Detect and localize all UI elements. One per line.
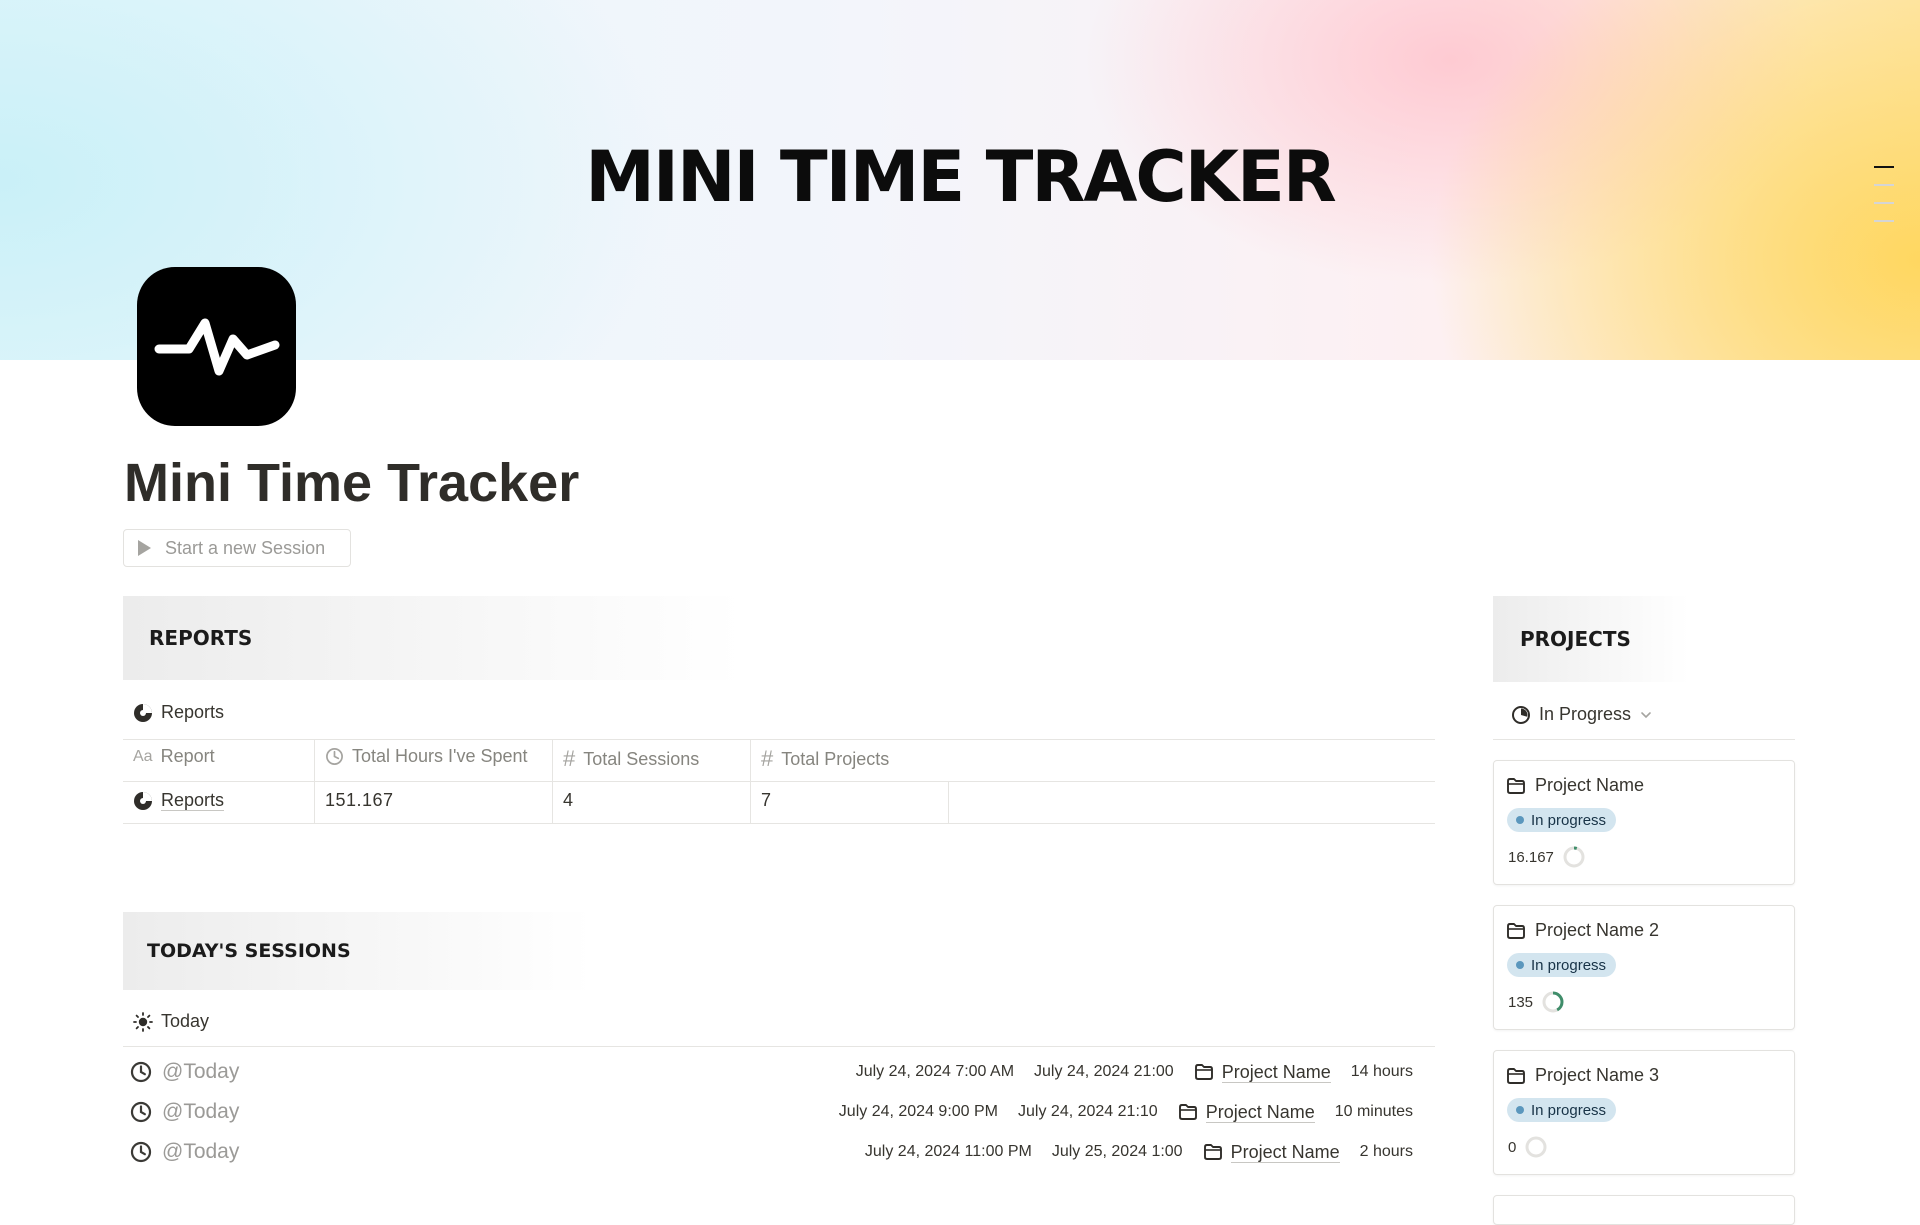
toc-line[interactable] [1874, 184, 1894, 186]
project-hours: 0 [1508, 1135, 1548, 1159]
list-item[interactable]: @Today July 24, 2024 7:00 AM July 24, 20… [130, 1054, 1423, 1090]
today-view-tab[interactable]: Today [133, 1011, 209, 1032]
play-icon [138, 540, 151, 556]
project-card[interactable]: Project Name 2 In progress 135 [1493, 905, 1795, 1030]
cover-title: MINI TIME TRACKER [585, 136, 1337, 218]
session-end: July 24, 2024 21:10 [1018, 1103, 1158, 1120]
column-header-total-sessions[interactable]: # Total Sessions [563, 746, 699, 772]
clock-icon [130, 1101, 152, 1123]
todays-sessions-section-title: TODAY'S SESSIONS [147, 940, 351, 962]
total-hours-cell[interactable]: 151.167 [325, 790, 394, 811]
project-card[interactable]: Project Name In progress 16.167 [1493, 760, 1795, 885]
progress-circle-icon [1512, 705, 1530, 724]
project-name: Project Name [1535, 775, 1645, 795]
toc-line[interactable] [1874, 202, 1894, 204]
list-item[interactable]: @Today July 24, 2024 11:00 PM July 25, 2… [130, 1134, 1423, 1170]
session-name[interactable]: @Today [162, 1060, 239, 1084]
clock-icon [130, 1061, 152, 1083]
today-view-label: Today [161, 1011, 210, 1031]
column-header-report[interactable]: Aa Report [133, 746, 215, 767]
session-start: July 24, 2024 7:00 AM [855, 1063, 1015, 1080]
status-badge: In progress [1507, 808, 1617, 832]
todays-sessions-section-header: TODAY'S SESSIONS [123, 912, 593, 990]
session-duration: 2 hours [1359, 1143, 1413, 1160]
table-row[interactable]: Reports [133, 790, 225, 811]
session-duration: 14 hours [1350, 1063, 1413, 1080]
total-projects-cell[interactable]: 7 [761, 790, 772, 811]
folder-icon [1507, 922, 1525, 939]
reports-section-title: REPORTS [149, 626, 253, 650]
text-property-icon: Aa [133, 747, 153, 765]
reports-view-label: Reports [161, 702, 225, 722]
folder-icon [1178, 1104, 1197, 1120]
toc-line-active[interactable] [1874, 166, 1894, 168]
status-badge: In progress [1507, 953, 1617, 977]
progress-ring [1563, 846, 1585, 868]
session-start: July 24, 2024 11:00 PM [864, 1143, 1032, 1160]
table-of-contents[interactable] [1874, 166, 1896, 238]
reports-section-header: REPORTS [123, 596, 743, 680]
toc-line[interactable] [1874, 220, 1894, 222]
folder-icon [1507, 1067, 1525, 1084]
number-property-icon: # [563, 746, 576, 771]
pie-chart-icon [134, 791, 152, 810]
projects-filter-label: In Progress [1539, 704, 1632, 724]
sun-icon [133, 1011, 153, 1032]
column-header-total-projects[interactable]: # Total Projects [761, 746, 889, 772]
session-start: July 24, 2024 9:00 PM [838, 1103, 999, 1120]
projects-section-header: PROJECTS [1493, 596, 1795, 682]
project-name: Project Name 3 [1535, 1065, 1660, 1085]
start-session-button[interactable]: Start a new Session [123, 529, 351, 567]
session-project[interactable]: Project Name [1178, 1102, 1315, 1123]
report-link[interactable]: Reports [161, 790, 225, 811]
folder-icon [1194, 1064, 1213, 1080]
project-card[interactable]: Project Name 3 In progress 0 [1493, 1050, 1795, 1175]
projects-filter-dropdown[interactable]: In Progress [1511, 704, 1661, 725]
session-name[interactable]: @Today [162, 1100, 239, 1124]
number-property-icon: # [761, 746, 774, 771]
progress-ring [1525, 1136, 1547, 1158]
session-project[interactable]: Project Name [1194, 1062, 1331, 1083]
column-header-total-hours[interactable]: Total Hours I've Spent [325, 746, 528, 767]
session-duration: 10 minutes [1334, 1103, 1413, 1120]
project-name: Project Name 2 [1535, 920, 1660, 940]
start-session-label: Start a new Session [165, 537, 326, 558]
folder-icon [1507, 777, 1525, 794]
projects-section-title: PROJECTS [1520, 627, 1631, 651]
chevron-down-icon [1641, 711, 1651, 718]
clock-icon [130, 1141, 152, 1163]
session-end: July 25, 2024 1:00 [1051, 1143, 1183, 1160]
list-item[interactable]: @Today July 24, 2024 9:00 PM July 24, 20… [130, 1094, 1423, 1130]
pie-chart-icon [134, 703, 152, 722]
folder-icon [1203, 1144, 1222, 1160]
project-card[interactable] [1493, 1195, 1795, 1225]
reports-view-tab[interactable]: Reports [133, 702, 224, 723]
activity-pulse-icon[interactable] [137, 267, 296, 426]
session-name[interactable]: @Today [162, 1140, 239, 1164]
session-end: July 24, 2024 21:00 [1034, 1063, 1174, 1080]
clock-icon [325, 747, 344, 766]
project-hours: 135 [1508, 990, 1565, 1014]
total-sessions-cell[interactable]: 4 [563, 790, 574, 811]
progress-ring [1542, 991, 1564, 1013]
page-title: Mini Time Tracker [124, 453, 580, 513]
session-project[interactable]: Project Name [1203, 1142, 1340, 1163]
project-hours: 16.167 [1508, 845, 1586, 869]
status-badge: In progress [1507, 1098, 1617, 1122]
